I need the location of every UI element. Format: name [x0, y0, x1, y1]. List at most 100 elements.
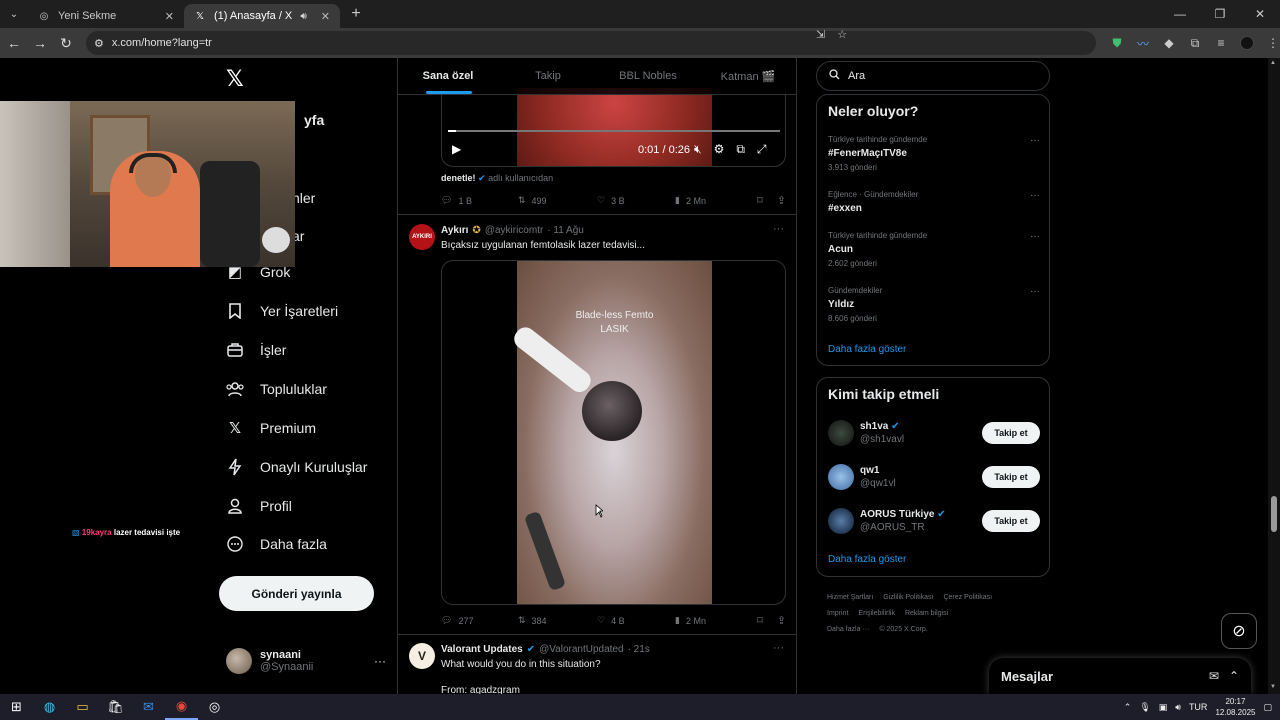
- avatar[interactable]: V: [409, 643, 435, 669]
- trend-item[interactable]: Türkiye tarihinde gündemde #FenerMaçıTV8…: [828, 135, 1040, 172]
- nav-explore-partial[interactable]: nler: [292, 186, 315, 210]
- browser-tab-x[interactable]: 𝕏 (1) Anasayfa / X 🔊︎ ✕: [184, 4, 340, 28]
- show-more-link[interactable]: Daha fazla göster: [828, 554, 906, 565]
- video-player[interactable]: ▶ 0:01 / 0:26 🔇︎ ⚙ ⧉ ⤢: [441, 88, 786, 167]
- tab-katman[interactable]: Katman 🎬: [698, 58, 796, 94]
- nav-profile[interactable]: Profil: [226, 494, 292, 518]
- share-icon[interactable]: ⇪: [777, 194, 786, 207]
- scrollbar-thumb[interactable]: [1271, 496, 1277, 532]
- close-icon[interactable]: ✕: [165, 10, 174, 23]
- edge-icon[interactable]: ◍: [33, 694, 66, 720]
- video-player[interactable]: Blade-less Femto LASIK: [441, 260, 786, 605]
- x-logo-icon[interactable]: 𝕏: [226, 66, 244, 92]
- tab-following[interactable]: Takip: [498, 58, 598, 94]
- more-options-icon[interactable]: ···: [773, 223, 784, 235]
- account-switcher[interactable]: synaani @Synaanii ···: [226, 648, 386, 674]
- footer-link[interactable]: Çerez Politikası: [943, 594, 992, 601]
- more-options-icon[interactable]: ···: [1030, 190, 1040, 201]
- language-indicator[interactable]: TUR: [1189, 702, 1208, 712]
- more-options-icon[interactable]: ···: [1030, 231, 1040, 242]
- expand-icon[interactable]: ⌃: [1229, 669, 1239, 683]
- trend-item[interactable]: Gündemdekiler Yıldız 8.606 gönderi ···: [828, 286, 1040, 323]
- window-close-icon[interactable]: ✕: [1240, 0, 1280, 28]
- trend-item[interactable]: Türkiye tarihinde gündemde Acun 2.602 gö…: [828, 231, 1040, 268]
- obs-icon[interactable]: ◎: [198, 694, 231, 720]
- messages-drawer[interactable]: Mesajlar ✉ ⌃: [989, 658, 1251, 694]
- forward-icon[interactable]: →: [28, 31, 52, 55]
- show-more-link[interactable]: Daha fazla göster: [828, 344, 906, 355]
- chrome-taskbar-icon[interactable]: ◉: [165, 694, 198, 720]
- new-tab-button[interactable]: +: [344, 5, 368, 23]
- pip-icon[interactable]: ⧉: [736, 142, 745, 157]
- address-bar[interactable]: ⚙ x.com/home?lang=tr ⇲ ☆: [86, 29, 1096, 55]
- tab-for-you[interactable]: Sana özel: [398, 58, 498, 94]
- grok-button[interactable]: ⊘: [1221, 613, 1257, 649]
- puzzle-icon[interactable]: ⧉: [1188, 36, 1202, 51]
- nav-communities[interactable]: Topluluklar: [226, 377, 327, 401]
- close-icon[interactable]: ✕: [321, 10, 330, 23]
- scroll-up-icon[interactable]: ▲: [1270, 60, 1276, 66]
- nav-home-partial[interactable]: yfa: [304, 108, 324, 132]
- reply-button[interactable]: 💬︎ 1 B: [441, 195, 518, 206]
- back-icon[interactable]: ←: [2, 31, 26, 55]
- like-button[interactable]: ♡ 3 B: [597, 195, 675, 206]
- audio-extension-icon[interactable]: 〰: [1136, 35, 1150, 52]
- more-options-icon[interactable]: ···: [1030, 135, 1040, 146]
- mic-icon[interactable]: 🎙︎: [1139, 702, 1150, 713]
- clock[interactable]: 20:17 12.08.2025: [1215, 696, 1255, 718]
- tab-search-icon[interactable]: ⌄: [0, 0, 28, 28]
- trend-item[interactable]: Eğlence · Gündemdekiler #exxen ···: [828, 190, 1040, 214]
- play-icon[interactable]: ▶: [452, 142, 461, 156]
- browser-tab-new[interactable]: ◎ Yeni Sekme ✕: [28, 4, 184, 28]
- video-progress-bar[interactable]: [448, 130, 780, 132]
- speaker-icon[interactable]: 🔊︎: [300, 11, 306, 22]
- nav-verified-orgs[interactable]: Onaylı Kuruluşlar: [226, 455, 367, 479]
- settings-icon[interactable]: ⚙: [714, 142, 725, 157]
- like-button[interactable]: ♡ 4 B: [597, 615, 675, 626]
- bookmark-icon[interactable]: ⌑: [757, 614, 763, 627]
- store-icon[interactable]: 🛍︎: [99, 694, 132, 720]
- reading-list-icon[interactable]: ≡: [1214, 36, 1228, 50]
- new-message-icon[interactable]: ✉: [1209, 669, 1219, 683]
- tweet-author-handle[interactable]: @ValorantUpdated: [539, 644, 623, 655]
- source-user[interactable]: denetle!: [441, 173, 476, 183]
- volume-icon[interactable]: 🔊︎: [1175, 702, 1181, 713]
- follow-suggestion[interactable]: qw1 @qw1vl Takip et: [828, 462, 1040, 492]
- post-button[interactable]: Gönderi yayınla: [219, 576, 374, 611]
- views-button[interactable]: ▮ 2 Mn: [675, 615, 757, 626]
- more-options-icon[interactable]: ···: [1030, 286, 1040, 297]
- bookmark-icon[interactable]: ⌑: [757, 194, 763, 207]
- reply-button[interactable]: 💬︎ 277: [441, 615, 518, 626]
- footer-link[interactable]: Reklam bilgisi: [905, 610, 948, 617]
- follow-button[interactable]: Takip et: [982, 422, 1040, 444]
- scrollbar[interactable]: ▲ ▼: [1268, 58, 1280, 694]
- minimize-icon[interactable]: —: [1160, 0, 1200, 28]
- tweet-time[interactable]: · 11 Ağu: [547, 225, 584, 236]
- notification-icon[interactable]: ▢: [1263, 702, 1272, 713]
- mute-icon[interactable]: 🔇︎: [694, 142, 702, 157]
- follow-suggestion[interactable]: sh1va ✔ @sh1vavl Takip et: [828, 418, 1040, 448]
- nav-more[interactable]: Daha fazla: [226, 532, 327, 556]
- share-icon[interactable]: ⇪: [777, 614, 786, 627]
- avatar[interactable]: AYKIRI: [409, 224, 435, 250]
- tab-bbl-nobles[interactable]: BBL Nobles: [598, 58, 698, 94]
- network-icon[interactable]: ▣: [1159, 702, 1168, 713]
- nav-premium[interactable]: 𝕏 Premium: [226, 416, 316, 440]
- menu-icon[interactable]: ⋮: [1266, 36, 1280, 50]
- reload-icon[interactable]: ↻: [54, 31, 78, 55]
- tweet-author-name[interactable]: Aykırı: [441, 225, 468, 236]
- tweet-time[interactable]: · 21s: [628, 644, 650, 655]
- tweet-author-handle[interactable]: @aykiricomtr: [485, 225, 544, 236]
- footer-link[interactable]: Gizlilik Politikası: [883, 594, 933, 601]
- outlook-icon[interactable]: ✉: [132, 694, 165, 720]
- more-options-icon[interactable]: ···: [773, 642, 784, 654]
- footer-link[interactable]: Daha fazla ···: [827, 626, 869, 633]
- views-button[interactable]: ▮ 2 Mn: [675, 195, 757, 206]
- scroll-down-icon[interactable]: ▼: [1270, 684, 1276, 690]
- profile-avatar[interactable]: [1240, 36, 1254, 50]
- follow-button[interactable]: Takip et: [982, 466, 1040, 488]
- footer-link[interactable]: Erişilebilirlik: [858, 610, 895, 617]
- footer-link[interactable]: Imprint: [827, 610, 848, 617]
- nav-jobs[interactable]: İşler: [226, 338, 286, 362]
- diamond-extension-icon[interactable]: ◆: [1162, 36, 1176, 50]
